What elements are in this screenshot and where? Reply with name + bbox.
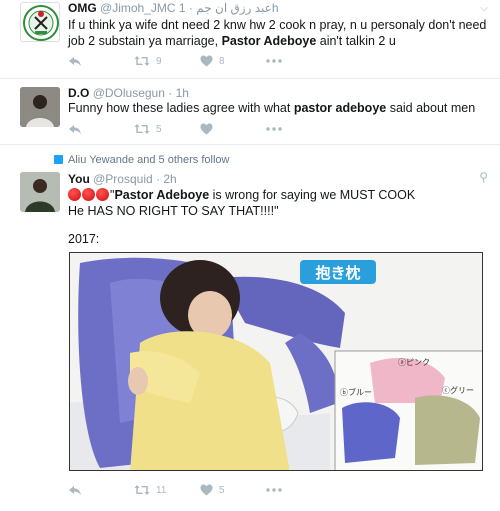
- svg-text:ⓑブルー: ⓑブルー: [340, 387, 372, 397]
- avatar[interactable]: [20, 172, 60, 212]
- chevron-down-icon[interactable]: ⌵: [480, 3, 488, 14]
- retweet-icon: [134, 485, 150, 495]
- tweet-actions: 9 8: [68, 53, 282, 69]
- avatar[interactable]: [20, 2, 60, 42]
- year-label: 2017:: [68, 232, 100, 246]
- tweet-text: If u think ya wife dnt need 2 knw hw 2 c…: [68, 18, 487, 48]
- like-count: 5: [219, 484, 225, 496]
- reply-button[interactable]: [68, 123, 134, 135]
- follow-icon: [54, 155, 63, 164]
- svg-text:抱き枕: 抱き枕: [315, 264, 360, 282]
- like-button[interactable]: 8: [200, 55, 266, 67]
- retweet-button[interactable]: 5: [134, 123, 200, 135]
- handle[interactable]: @Jimoh_JMC: [100, 1, 176, 15]
- tweet-actions: 11 5: [68, 482, 282, 498]
- retweet-icon: [134, 124, 150, 134]
- angry-emoji-icon: [96, 188, 109, 201]
- pillow-ad-image: 抱き枕 ⓐピンク ⓑブルー ⓒグリー: [70, 253, 482, 470]
- like-icon: [200, 123, 213, 135]
- tweet-actions: 5: [68, 121, 282, 137]
- avatar[interactable]: [20, 87, 60, 127]
- tweet[interactable]: OMG @Jimoh_JMC عبد رزق ان جم · 1h ⌵ If u…: [0, 0, 500, 79]
- tweet[interactable]: D.O @DOlusegun · 1h Funny how these ladi…: [0, 79, 500, 145]
- reply-icon: [69, 486, 81, 495]
- retweet-icon: [134, 56, 150, 66]
- svg-text:ⓐピンク: ⓐピンク: [398, 358, 430, 367]
- display-name-arabic: عبد رزق ان جم: [196, 1, 272, 15]
- like-button[interactable]: 5: [200, 484, 266, 496]
- reply-icon: [69, 57, 81, 66]
- like-icon: [200, 55, 213, 67]
- more-button[interactable]: [266, 488, 282, 492]
- handle[interactable]: @Prosquid: [93, 172, 153, 186]
- tweet-text: Funny how these ladies agree with what p…: [68, 101, 476, 115]
- retweet-button[interactable]: 9: [134, 55, 200, 67]
- retweet-button[interactable]: 11: [134, 484, 200, 496]
- display-name[interactable]: OMG: [68, 1, 97, 15]
- keyword: Pastor Adeboye: [114, 188, 210, 202]
- angry-emoji-icon: [68, 188, 81, 201]
- svg-text:ⓒグリー: ⓒグリー: [442, 385, 474, 395]
- reply-button[interactable]: [68, 484, 134, 496]
- social-context[interactable]: Aliu Yewande and 5 others follow: [54, 154, 229, 166]
- user-photo-icon: [20, 172, 60, 212]
- tweet-photo[interactable]: 抱き枕 ⓐピンク ⓑブルー ⓒグリー: [69, 252, 483, 471]
- more-icon: [266, 488, 282, 492]
- location-pin-icon: ⚲: [479, 170, 488, 184]
- user-photo-icon: [20, 87, 60, 127]
- coat-of-arms-avatar-icon: [23, 5, 59, 41]
- retweet-count: 9: [156, 55, 162, 67]
- like-button[interactable]: [200, 123, 266, 135]
- reply-icon: [69, 125, 81, 134]
- more-button[interactable]: [266, 59, 282, 63]
- mention-link[interactable]: Pastor Adeboye: [222, 34, 317, 48]
- tweet-text: "Pastor Adeboye is wrong for saying we M…: [68, 188, 416, 218]
- keyword: pastor adeboye: [293, 101, 387, 115]
- more-icon: [266, 127, 282, 131]
- angry-emoji-icon: [82, 188, 95, 201]
- handle[interactable]: @DOlusegun: [93, 86, 165, 100]
- display-name[interactable]: You: [68, 172, 90, 186]
- more-icon: [266, 59, 282, 63]
- retweet-count: 11: [156, 484, 167, 496]
- reply-button[interactable]: [68, 55, 134, 67]
- display-name[interactable]: D.O: [68, 86, 89, 100]
- more-button[interactable]: [266, 127, 282, 131]
- like-count: 8: [219, 55, 225, 67]
- retweet-count: 5: [156, 123, 162, 135]
- like-icon: [200, 484, 213, 496]
- timestamp[interactable]: 2h: [163, 172, 176, 186]
- timestamp[interactable]: 1h: [176, 86, 189, 100]
